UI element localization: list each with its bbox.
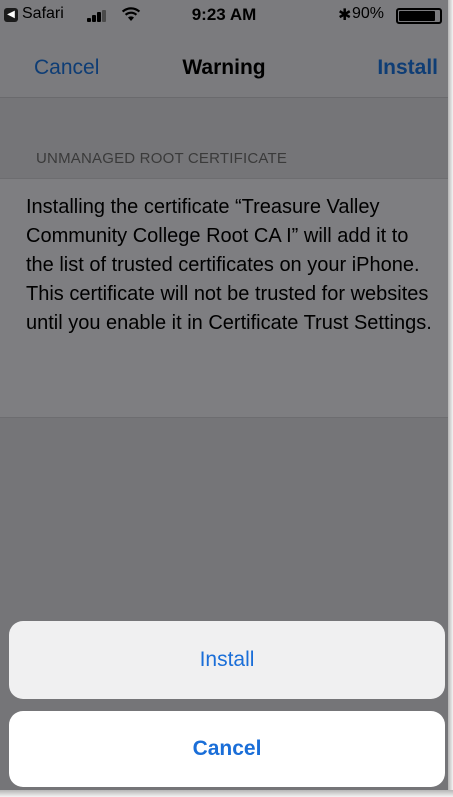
battery-fill xyxy=(399,11,435,21)
nav-install-button[interactable]: Install xyxy=(377,56,438,80)
sheet-install-button[interactable]: Install xyxy=(9,621,445,699)
sheet-cancel-button[interactable]: Cancel xyxy=(9,711,445,787)
navigation-bar: Cancel Warning Install xyxy=(0,34,448,98)
battery-icon xyxy=(396,8,442,24)
screenshot-shadow-right xyxy=(448,0,453,797)
section-header: UNMANAGED ROOT CERTIFICATE xyxy=(36,150,288,167)
bluetooth-icon: ✱ xyxy=(338,7,352,24)
status-bar: ◀ Safari 9:23 AM ✱ 90% xyxy=(0,0,448,34)
screenshot-shadow-bottom xyxy=(0,790,453,797)
battery-percent: 90% xyxy=(352,5,385,22)
warning-message: Installing the certificate “Treasure Val… xyxy=(26,196,432,334)
phone-screen: ◀ Safari 9:23 AM ✱ 90% Cancel Warning In… xyxy=(0,0,448,790)
warning-content: Installing the certificate “Treasure Val… xyxy=(0,178,448,418)
